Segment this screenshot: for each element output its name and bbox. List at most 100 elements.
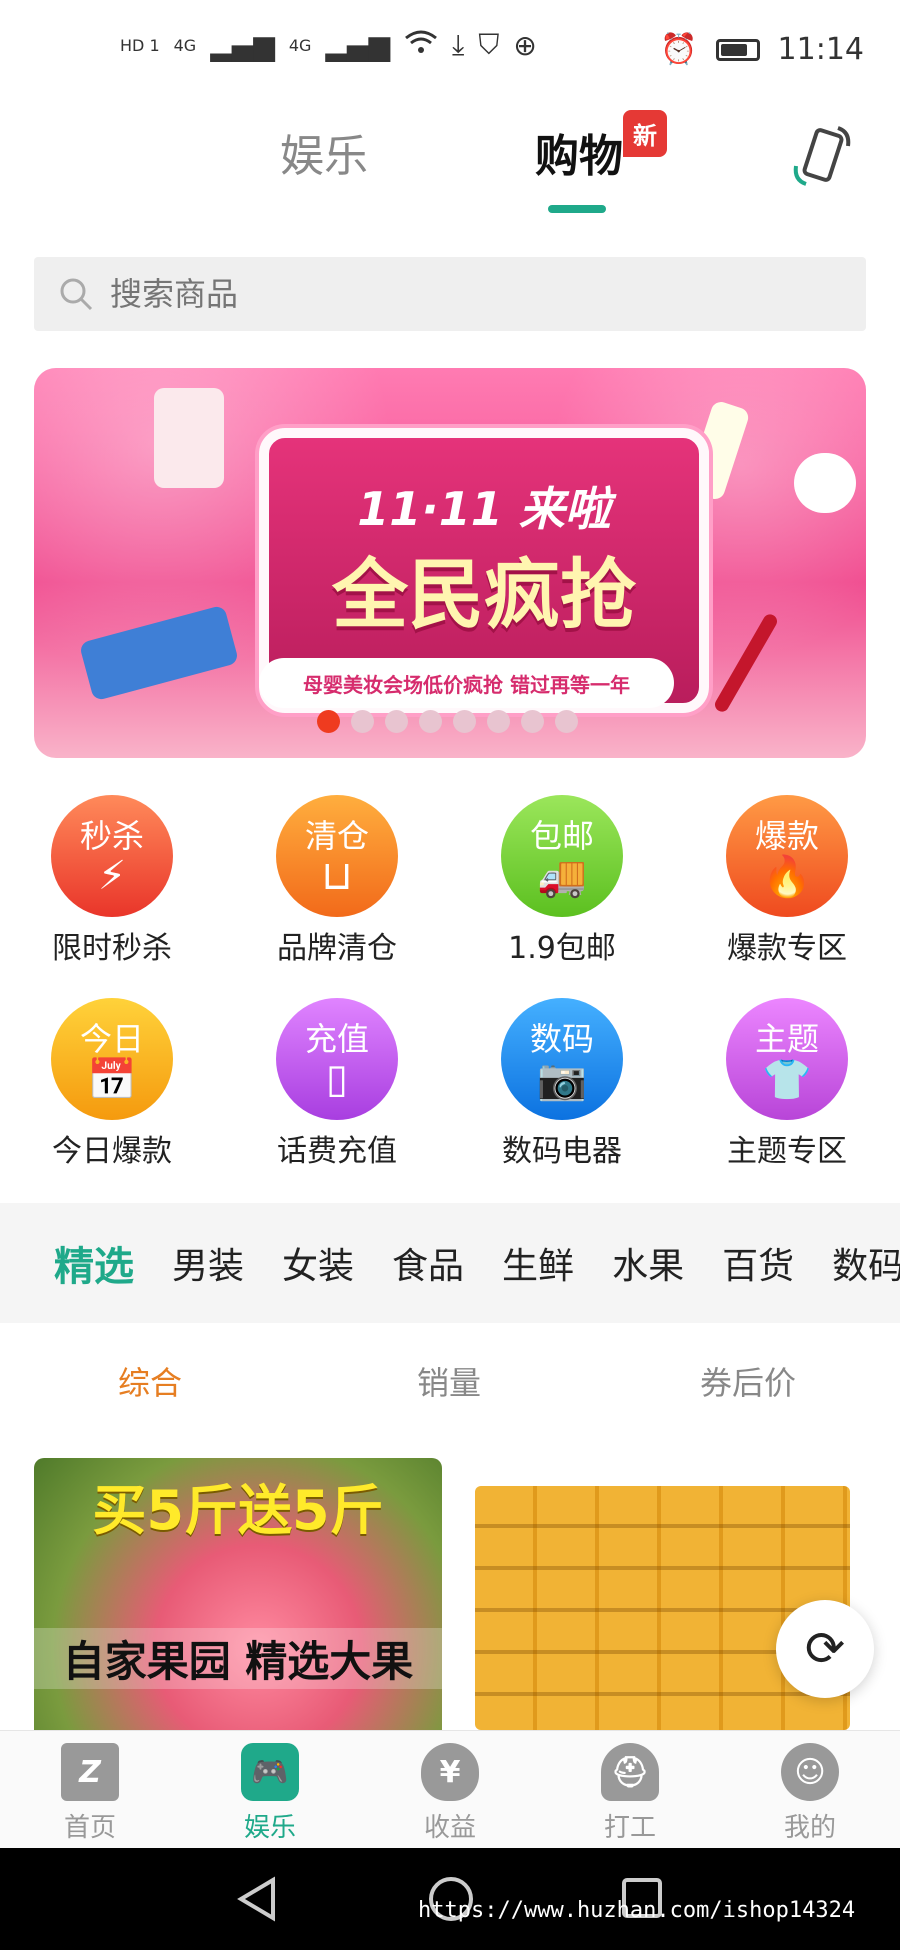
camera-symbol: 📷 — [537, 1057, 587, 1103]
bag-symbol: ⊔ — [321, 853, 353, 899]
product-card-apple[interactable]: 买5斤送5斤 自家果园 精选大果 — [34, 1458, 442, 1730]
watermark-text: https://www.huzhan.com/ishop14324 — [418, 1898, 856, 1923]
clearance-icon: 清仓 ⊔ — [276, 795, 398, 917]
plus-icon: ⊕ — [513, 28, 537, 62]
grid-label: 爆款专区 — [727, 931, 847, 966]
banner-headline: 11·11 来啦 — [357, 482, 611, 536]
banner-title: 全民疯抢 — [332, 550, 636, 639]
grid-item-hot-items[interactable]: 爆款 🔥 爆款专区 — [687, 795, 887, 967]
nav-work[interactable]: ⛑ 打工 — [570, 1743, 690, 1844]
refresh-icon: ⟳ — [804, 1621, 846, 1677]
banner-strip: 母婴美妆会场低价疯抢 错过再等一年 — [259, 658, 674, 708]
banner-pagination[interactable] — [317, 710, 578, 733]
search-icon — [58, 276, 94, 312]
category-tab[interactable]: 水果 — [612, 1237, 684, 1289]
today-hot-icon: 今日 📅 — [51, 998, 173, 1120]
top-tabs: 娱乐 购物 新 — [0, 110, 900, 230]
refresh-button[interactable]: ⟳ — [776, 1600, 874, 1698]
search-bar[interactable] — [34, 257, 866, 331]
shirt-symbol: 👕 — [762, 1057, 812, 1103]
product-subtitle: 自家果园 精选大果 — [34, 1628, 442, 1689]
grid-label: 1.9包邮 — [508, 931, 616, 966]
wifi-icon — [404, 29, 438, 62]
bottom-nav: Z 首页 🎮 娱乐 ¥ 收益 ⛑ 打工 ☺ 我的 — [0, 1730, 900, 1849]
page-dot[interactable] — [385, 710, 408, 733]
page-dot[interactable] — [317, 710, 340, 733]
icon-text: 清仓 — [304, 817, 369, 855]
tab-entertainment[interactable]: 娱乐 — [280, 120, 368, 184]
icon-text: 今日 — [79, 1020, 144, 1058]
alarm-icon: ⏰ — [660, 32, 698, 67]
category-tab[interactable]: 百货 — [722, 1237, 794, 1289]
grid-label: 限时秒杀 — [52, 931, 172, 966]
product-promo-text: 买5斤送5斤 — [92, 1479, 384, 1542]
icon-text: 数码 — [529, 1020, 594, 1058]
hd-indicator: HD 1 — [120, 35, 160, 55]
download-icon: ⤓ — [452, 28, 465, 61]
nav-label: 首页 — [63, 1813, 116, 1843]
page-dot[interactable] — [351, 710, 374, 733]
icon-text: 包邮 — [529, 817, 594, 855]
category-tab[interactable]: 生鲜 — [502, 1237, 574, 1289]
icon-text: 爆款 — [754, 817, 819, 855]
grid-item-theme[interactable]: 主题 👕 主题专区 — [687, 998, 887, 1170]
category-tab[interactable]: 男装 — [172, 1237, 244, 1289]
free-shipping-icon: 包邮 🚚 — [501, 795, 623, 917]
back-icon[interactable] — [235, 1876, 279, 1926]
new-badge: 新 — [623, 110, 667, 157]
nav-profile[interactable]: ☺ 我的 — [750, 1743, 870, 1844]
signal-4g-1: 4G — [173, 35, 197, 55]
sort-tab-overall[interactable]: 综合 — [118, 1358, 182, 1404]
phone-symbol: ▯ — [325, 1056, 348, 1102]
promo-banner[interactable]: 11·11 来啦 全民疯抢 母婴美妆会场低价疯抢 错过再等一年 — [34, 368, 866, 758]
tab-shopping[interactable]: 购物 — [535, 120, 623, 184]
profile-icon: ☺ — [781, 1743, 839, 1801]
icon-text: 充值 — [304, 1020, 369, 1058]
category-tab-selected[interactable]: 精选 — [54, 1234, 134, 1292]
worker-icon: ⛑ — [601, 1743, 659, 1801]
status-left: HD 1 4G ▂▄▆ 4G ▂▄▆ ⤓ ⛉ ⊕ — [120, 28, 537, 62]
page-dot[interactable] — [419, 710, 442, 733]
category-tab[interactable]: 数码 — [832, 1237, 900, 1289]
flash-sale-icon: 秒杀 ⚡ — [51, 795, 173, 917]
category-tab[interactable]: 女装 — [282, 1237, 354, 1289]
page-dot[interactable] — [555, 710, 578, 733]
search-input[interactable] — [108, 274, 812, 314]
grid-item-free-shipping[interactable]: 包邮 🚚 1.9包邮 — [462, 795, 662, 967]
truck-symbol: 🚚 — [537, 854, 587, 900]
shield-icon: ⛉ — [478, 28, 500, 61]
sort-tab-price[interactable]: 券后价 — [700, 1358, 796, 1404]
nav-earnings[interactable]: ¥ 收益 — [390, 1743, 510, 1844]
grid-item-clearance[interactable]: 清仓 ⊔ 品牌清仓 — [237, 795, 437, 967]
grid-label: 今日爆款 — [52, 1134, 172, 1169]
nav-label: 娱乐 — [243, 1813, 296, 1843]
icon-text: 主题 — [754, 1020, 819, 1058]
calendar-symbol: 📅 — [87, 1057, 137, 1103]
sort-tabs: 综合 销量 券后价 — [12, 1358, 900, 1418]
hot-items-icon: 爆款 🔥 — [726, 795, 848, 917]
page-dot[interactable] — [521, 710, 544, 733]
status-right: ⏰ 11:14 — [660, 32, 864, 67]
nav-label: 打工 — [603, 1813, 656, 1843]
product-image-tissue-boxes — [475, 1486, 850, 1730]
home-z-icon: Z — [61, 1743, 119, 1801]
nav-entertainment[interactable]: 🎮 娱乐 — [210, 1743, 330, 1844]
signal-bars-icon: ▂▄▆ — [210, 28, 275, 62]
sort-tab-sales[interactable]: 销量 — [417, 1358, 481, 1404]
page-dot[interactable] — [487, 710, 510, 733]
phone-rotate-icon[interactable] — [790, 122, 854, 192]
category-tab[interactable]: 食品 — [392, 1237, 464, 1289]
product-image-shirt — [154, 388, 224, 488]
clock: 11:14 — [777, 32, 864, 67]
signal-bars-icon-2: ▂▄▆ — [325, 28, 390, 62]
grid-item-today-hot[interactable]: 今日 📅 今日爆款 — [12, 998, 212, 1170]
page-dot[interactable] — [453, 710, 476, 733]
grid-label: 品牌清仓 — [277, 931, 397, 966]
tab-indicator — [548, 205, 606, 213]
gamepad-icon: 🎮 — [241, 1743, 299, 1801]
nav-home[interactable]: Z 首页 — [30, 1743, 150, 1844]
grid-item-digital[interactable]: 数码 📷 数码电器 — [462, 998, 662, 1170]
grid-item-flash-sale[interactable]: 秒杀 ⚡ 限时秒杀 — [12, 795, 212, 967]
nav-label: 我的 — [783, 1813, 836, 1843]
grid-item-phone-recharge[interactable]: 充值 ▯ 话费充值 — [237, 998, 437, 1170]
